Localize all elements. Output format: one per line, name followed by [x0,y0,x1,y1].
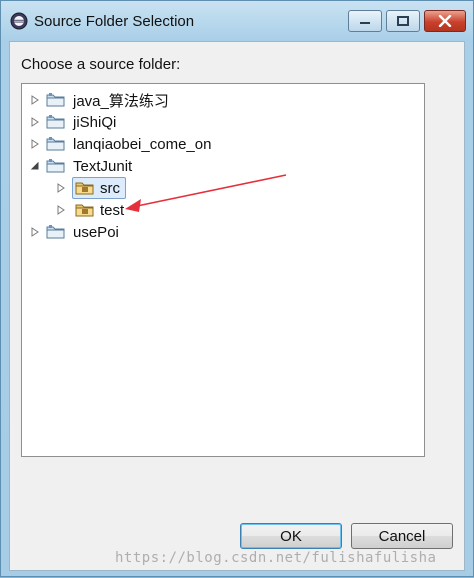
project-folder-icon [46,137,65,151]
minimize-icon [360,22,370,24]
tree-item-textjunit[interactable]: TextJunit [28,156,135,176]
tree-item-label: TextJunit [73,157,133,175]
title-bar[interactable]: Source Folder Selection [1,1,473,41]
tree-item-java[interactable]: java_算法练习 [28,90,172,110]
project-folder-icon [46,115,65,129]
close-icon [438,15,452,27]
maximize-button[interactable] [386,10,420,32]
project-folder-icon [46,93,65,107]
tree-item-jishiqi[interactable]: jiShiQi [28,112,119,132]
project-folder-icon [46,159,65,173]
tree-item-label: lanqiaobei_come_on [73,135,212,153]
collapse-triangle-icon[interactable] [28,161,42,171]
dialog-body: Choose a source folder: java_算法练习 jiShiQ… [9,41,465,571]
tree-item-label: src [100,179,120,197]
tree-item-usepoi[interactable]: usePoi [28,222,122,242]
expand-triangle-icon[interactable] [54,183,68,193]
tree-item-label: java_算法练习 [73,92,169,110]
expand-triangle-icon[interactable] [28,227,42,237]
eclipse-app-icon [10,12,28,30]
tree-item-label: test [100,201,125,219]
watermark-text: https://blog.csdn.net/fulishafulisha [115,550,437,566]
close-button[interactable] [424,10,466,32]
project-folder-icon [46,225,65,239]
ok-button[interactable]: OK [240,523,342,549]
selection-highlight: src [72,177,126,199]
expand-triangle-icon[interactable] [54,205,68,215]
tree-item-label: usePoi [73,223,119,241]
package-folder-icon [75,204,94,217]
window-title: Source Folder Selection [34,13,195,30]
tree-item-label: jiShiQi [73,113,117,131]
folder-tree[interactable]: java_算法练习 jiShiQi lanqiaobei_come_on Tex… [21,83,425,457]
expand-triangle-icon[interactable] [28,117,42,127]
package-folder-icon [75,182,94,195]
cancel-button[interactable]: Cancel [351,523,453,549]
dialog-window: Source Folder Selection Choose a source … [0,0,474,577]
tree-item-lanqiaobei[interactable]: lanqiaobei_come_on [28,134,214,154]
expand-triangle-icon[interactable] [28,95,42,105]
prompt-label: Choose a source folder: [21,56,181,73]
tree-item-test[interactable]: test [54,200,127,220]
expand-triangle-icon[interactable] [28,139,42,149]
minimize-button[interactable] [348,10,382,32]
maximize-icon [397,16,409,26]
tree-item-src[interactable]: src [54,177,126,199]
